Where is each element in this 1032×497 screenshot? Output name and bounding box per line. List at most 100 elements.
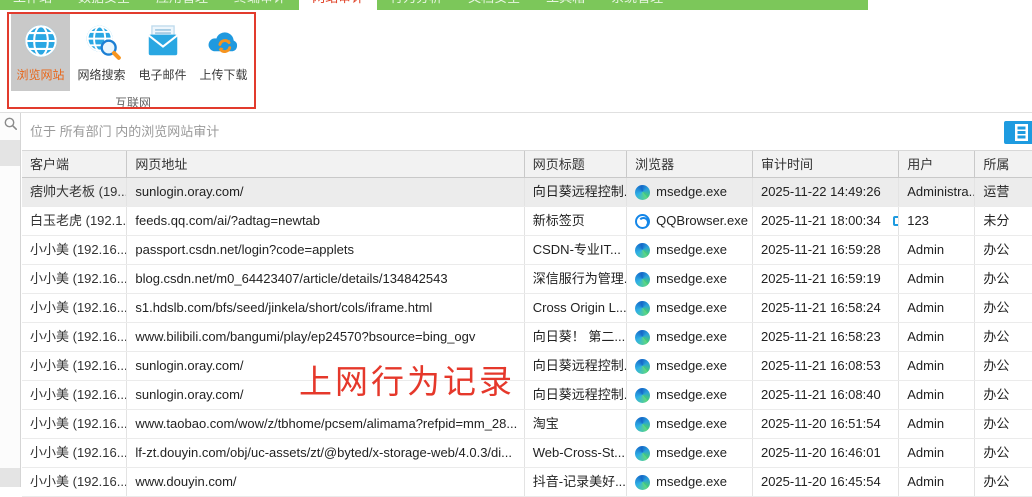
cell-client: 白玉老虎 (192.1...: [22, 207, 127, 235]
cell-title: 深信服行为管理...: [525, 265, 627, 293]
cell-dept: 办公: [975, 468, 1032, 496]
detail-view-icon[interactable]: [1004, 121, 1032, 144]
col-header-client[interactable]: 客户端: [22, 151, 127, 177]
cell-dept: 办公: [975, 294, 1032, 322]
cell-url: sunlogin.oray.com/: [127, 381, 524, 409]
cell-client: 小小美 (192.16...: [22, 236, 127, 264]
ribbon-button-group: 浏览网站 网络搜索: [11, 13, 253, 91]
cell-title: 向日葵远程控制...: [525, 178, 627, 206]
cell-user: Admin: [899, 468, 975, 496]
ribbon-button-web-search[interactable]: 网络搜索: [72, 13, 131, 91]
cell-url: www.douyin.com/: [127, 468, 524, 496]
table-header-row: 客户端 网页地址 网页标题 浏览器 审计时间 用户 所属: [22, 150, 1032, 178]
col-header-time[interactable]: 审计时间: [753, 151, 899, 177]
cell-title: 向日葵！ 第二...: [525, 323, 627, 351]
cell-client: 小小美 (192.16...: [22, 468, 127, 496]
cell-browser: msedge.exe: [627, 265, 753, 293]
browser-icon: [635, 388, 650, 403]
cell-time: 2025-11-21 18:00:34: [753, 207, 899, 235]
cell-client: 小小美 (192.16...: [22, 439, 127, 467]
tab-3[interactable]: 应用管理: [143, 0, 221, 10]
cell-time: 2025-11-21 16:58:23: [753, 323, 899, 351]
browser-icon: [635, 243, 650, 258]
cell-user: Admin: [899, 323, 975, 351]
browser-icon: [635, 301, 650, 316]
tab-2[interactable]: 数据安全: [65, 0, 143, 10]
cell-browser: msedge.exe: [627, 410, 753, 438]
col-header-user[interactable]: 用户: [899, 151, 975, 177]
cell-dept: 办公: [975, 323, 1032, 351]
cell-url: s1.hdslb.com/bfs/seed/jinkela/short/cols…: [127, 294, 524, 322]
browser-icon: [635, 417, 650, 432]
cell-url: passport.csdn.net/login?code=applets: [127, 236, 524, 264]
cell-title: CSDN-专业IT...: [525, 236, 627, 264]
cell-browser: msedge.exe: [627, 381, 753, 409]
cell-browser: msedge.exe: [627, 352, 753, 380]
content-header: 位于 所有部门 内的浏览网站审计: [22, 113, 1032, 150]
col-header-browser[interactable]: 浏览器: [627, 151, 753, 177]
table-row[interactable]: 痞帅大老板 (19... sunlogin.oray.com/ 向日葵远程控制.…: [22, 178, 1032, 207]
ribbon-button-email[interactable]: 电子邮件: [133, 13, 192, 91]
cell-dept: 未分: [975, 207, 1032, 235]
tab-8[interactable]: 工具箱: [533, 0, 598, 10]
top-menu-bar: 工作站数据安全应用管理终端审计网站审计行为分析文档安全工具箱系统管理: [0, 0, 1032, 10]
cell-browser: msedge.exe: [627, 236, 753, 264]
tab-9[interactable]: 系统管理: [598, 0, 676, 10]
cell-url: sunlogin.oray.com/: [127, 352, 524, 380]
tab-5[interactable]: 网站审计: [299, 0, 377, 10]
cell-browser: msedge.exe: [627, 294, 753, 322]
browser-icon: [635, 272, 650, 287]
cell-client: 小小美 (192.16...: [22, 265, 127, 293]
search-icon[interactable]: [3, 116, 19, 132]
cell-browser: msedge.exe: [627, 178, 753, 206]
cell-title: 向日葵远程控制...: [525, 381, 627, 409]
ribbon-button-label: 网络搜索: [77, 66, 125, 83]
cell-url: www.taobao.com/wow/z/tbhome/pcsem/alimam…: [127, 410, 524, 438]
table-row[interactable]: 小小美 (192.16... s1.hdslb.com/bfs/seed/jin…: [22, 294, 1032, 323]
cell-user: Admin: [899, 381, 975, 409]
col-header-title[interactable]: 网页标题: [525, 151, 627, 177]
cell-user: Admin: [899, 236, 975, 264]
strip-divider-block: [0, 140, 20, 166]
ribbon-button-label: 上传下载: [199, 66, 247, 83]
cell-dept: 办公: [975, 352, 1032, 380]
table-row[interactable]: 小小美 (192.16... passport.csdn.net/login?c…: [22, 236, 1032, 265]
cell-user: Admin: [899, 352, 975, 380]
ribbon-button-upload-download[interactable]: 上传下载: [194, 13, 253, 91]
cell-dept: 办公: [975, 381, 1032, 409]
cell-browser: msedge.exe: [627, 439, 753, 467]
cell-user: Admin: [899, 294, 975, 322]
cell-client: 小小美 (192.16...: [22, 323, 127, 351]
cell-client: 小小美 (192.16...: [22, 352, 127, 380]
cell-browser: msedge.exe: [627, 323, 753, 351]
table-row[interactable]: 小小美 (192.16... sunlogin.oray.com/ 向日葵远程控…: [22, 381, 1032, 410]
table-row[interactable]: 小小美 (192.16... sunlogin.oray.com/ 向日葵远程控…: [22, 352, 1032, 381]
breadcrumb: 位于 所有部门 内的浏览网站审计: [30, 113, 219, 150]
tab-7[interactable]: 文档安全: [455, 0, 533, 10]
col-header-dept[interactable]: 所属: [975, 151, 1032, 177]
cell-time: 2025-11-20 16:46:01: [753, 439, 899, 467]
tab-4[interactable]: 终端审计: [221, 0, 299, 10]
cell-dept: 办公: [975, 439, 1032, 467]
col-header-url[interactable]: 网页地址: [127, 151, 524, 177]
table-row[interactable]: 白玉老虎 (192.1... feeds.qq.com/ai/?adtag=ne…: [22, 207, 1032, 236]
cell-user: Administra...: [899, 178, 975, 206]
cell-url: sunlogin.oray.com/: [127, 178, 524, 206]
cell-time: 2025-11-21 16:59:28: [753, 236, 899, 264]
table-row[interactable]: 小小美 (192.16... www.bilibili.com/bangumi/…: [22, 323, 1032, 352]
cell-browser: QQBrowser.exe: [627, 207, 753, 235]
cell-title: 新标签页: [525, 207, 627, 235]
browser-icon: [635, 214, 650, 229]
table-row[interactable]: 小小美 (192.16... www.douyin.com/ 抖音-记录美好..…: [22, 468, 1032, 497]
table-row[interactable]: 小小美 (192.16... lf-zt.douyin.com/obj/uc-a…: [22, 439, 1032, 468]
ribbon-button-browse-website[interactable]: 浏览网站: [11, 13, 70, 91]
cell-dept: 办公: [975, 236, 1032, 264]
tab-6[interactable]: 行为分析: [377, 0, 455, 10]
table-row[interactable]: 小小美 (192.16... blog.csdn.net/m0_64423407…: [22, 265, 1032, 294]
tab-bar: 工作站数据安全应用管理终端审计网站审计行为分析文档安全工具箱系统管理: [0, 0, 676, 10]
cell-title: 淘宝: [525, 410, 627, 438]
ribbon-button-label: 浏览网站: [16, 66, 64, 83]
tab-1[interactable]: 工作站: [0, 0, 65, 10]
table-row[interactable]: 小小美 (192.16... www.taobao.com/wow/z/tbho…: [22, 410, 1032, 439]
cell-user: 123: [899, 207, 975, 235]
